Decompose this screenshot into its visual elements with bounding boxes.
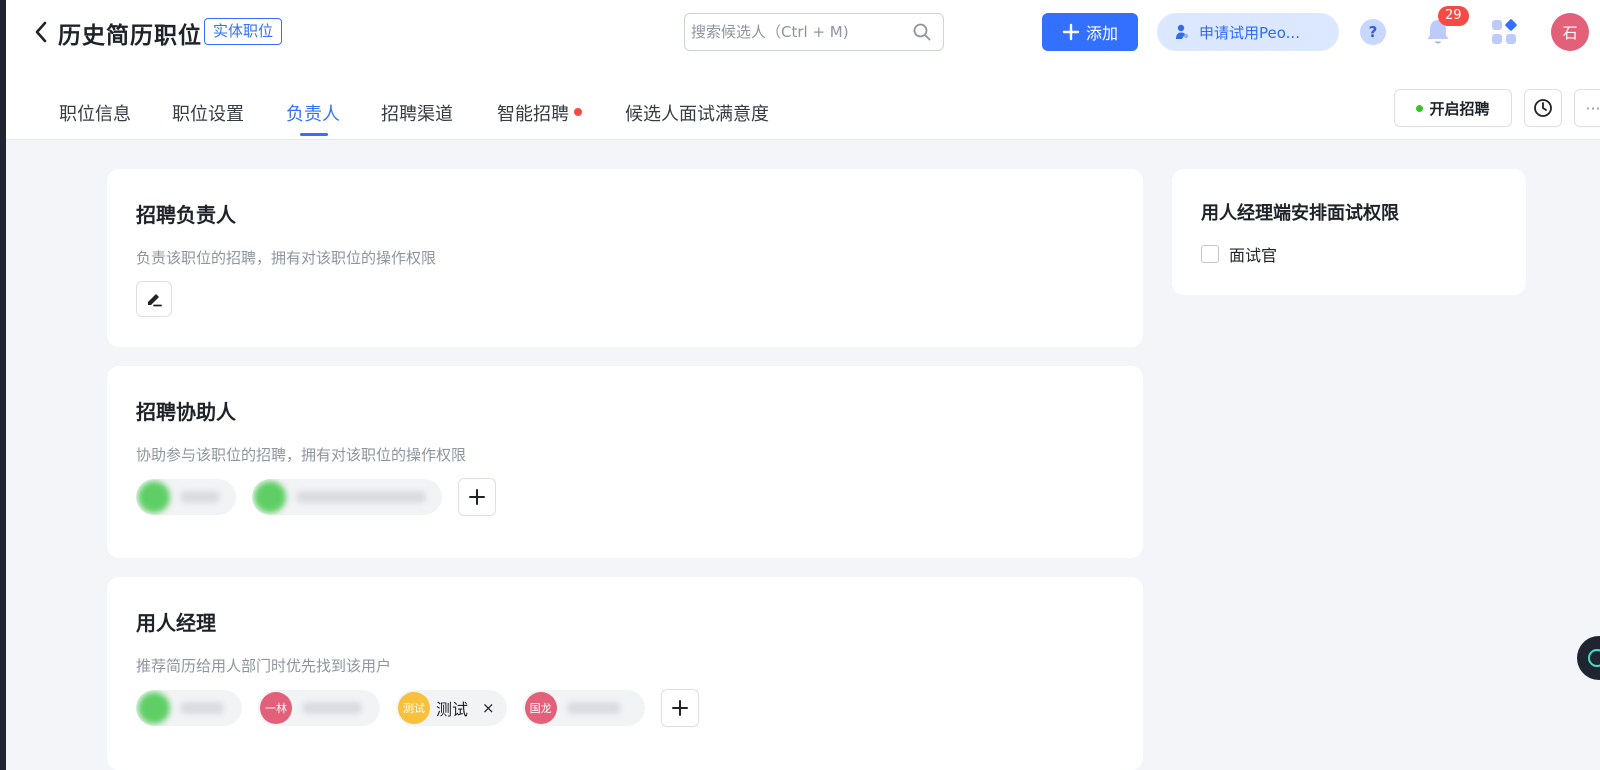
member-avatar: [138, 692, 170, 724]
assistant-title: 招聘协助人: [136, 400, 236, 424]
member-chip[interactable]: [136, 479, 236, 515]
member-name-redacted: [180, 702, 224, 714]
clock-icon: [1534, 99, 1552, 117]
tab-smart-recruit[interactable]: 智能招聘: [497, 100, 582, 140]
member-chip[interactable]: 国龙: [522, 690, 645, 726]
search-icon[interactable]: [913, 23, 931, 41]
permission-card: 用人经理端安排面试权限 面试官: [1172, 169, 1526, 295]
back-arrow-icon[interactable]: [30, 20, 52, 44]
assistant-desc: 协助参与该职位的招聘，拥有对该职位的操作权限: [136, 446, 467, 464]
tab-recruit-channels[interactable]: 招聘渠道: [381, 100, 453, 140]
help-icon[interactable]: ?: [1360, 19, 1386, 45]
interviewer-checkbox[interactable]: [1201, 245, 1219, 263]
user-avatar[interactable]: 石: [1551, 13, 1589, 51]
edit-owner-button[interactable]: [136, 281, 172, 317]
position-type-tag: 实体职位: [204, 18, 283, 45]
permission-title: 用人经理端安排面试权限: [1201, 203, 1399, 224]
unread-dot: [574, 108, 582, 116]
member-avatar: 一林: [260, 692, 292, 724]
manager-desc: 推荐简历给用人部门时优先找到该用户: [136, 657, 392, 675]
member-chip[interactable]: [136, 690, 242, 726]
start-recruit-button[interactable]: 开启招聘: [1394, 89, 1512, 127]
member-name-redacted: [566, 702, 621, 714]
tab-owners[interactable]: 负责人: [286, 100, 340, 140]
member-name: 测试: [436, 700, 469, 719]
tab-label: 候选人面试满意度: [625, 104, 769, 125]
member-avatar: [254, 481, 286, 513]
member-avatar: [138, 481, 170, 513]
tab-label: 负责人: [286, 104, 340, 125]
tab-label: 智能招聘: [497, 104, 569, 125]
interviewer-checkbox-row[interactable]: 面试官: [1201, 242, 1277, 266]
person-icon: [1176, 24, 1188, 39]
active-tab-indicator: [300, 133, 328, 136]
page-title: 历史简历职位: [58, 23, 202, 49]
add-button-label: 添加: [1085, 24, 1118, 43]
manager-title: 用人经理: [136, 611, 216, 635]
member-avatar: 国龙: [524, 692, 557, 724]
more-button[interactable]: ···: [1574, 89, 1600, 127]
notification-badge: 29: [1438, 6, 1469, 26]
chat-bubble-icon: [1588, 649, 1600, 667]
apply-trial-button[interactable]: 申请试用Peo...: [1157, 13, 1339, 51]
apply-trial-label: 申请试用Peo...: [1199, 23, 1300, 42]
start-recruit-label: 开启招聘: [1429, 99, 1490, 118]
owner-card: 招聘负责人 负责该职位的招聘，拥有对该职位的操作权限: [107, 169, 1143, 347]
member-chip[interactable]: 一林: [258, 690, 380, 726]
edit-pen-icon: [148, 294, 162, 307]
member-avatar: 测试: [398, 692, 430, 724]
tab-position-settings[interactable]: 职位设置: [172, 100, 244, 140]
tab-interview-satisfaction[interactable]: 候选人面试满意度: [625, 100, 769, 140]
member-chip[interactable]: 测试 测试 ×: [396, 690, 507, 726]
assistant-list: [136, 478, 496, 516]
add-manager-button[interactable]: [660, 689, 699, 727]
add-button[interactable]: 添加: [1042, 13, 1138, 51]
header: 历史简历职位 实体职位 添加 申请试用Peo... ? 29 石 职位信息 职位…: [6, 0, 1600, 140]
member-name-redacted: [180, 491, 220, 503]
tab-label: 招聘渠道: [381, 104, 453, 125]
plus-icon: [469, 489, 485, 505]
owner-desc: 负责该职位的招聘，拥有对该职位的操作权限: [136, 249, 437, 267]
search-box[interactable]: [684, 13, 944, 51]
add-assistant-button[interactable]: [458, 478, 496, 516]
member-name-redacted: [296, 491, 426, 503]
search-input[interactable]: [691, 14, 911, 50]
history-button[interactable]: [1524, 89, 1562, 127]
assistant-card: 招聘协助人 协助参与该职位的招聘，拥有对该职位的操作权限: [107, 366, 1143, 558]
member-name-redacted: [302, 702, 362, 714]
interviewer-checkbox-label: 面试官: [1229, 246, 1278, 265]
tab-label: 职位设置: [172, 104, 244, 125]
assistant-widget-icon[interactable]: [1577, 636, 1600, 680]
tab-label: 职位信息: [59, 104, 131, 125]
apps-grid-icon[interactable]: [1490, 18, 1518, 46]
member-chip[interactable]: [252, 479, 442, 515]
manager-card: 用人经理 推荐简历给用人部门时优先找到该用户 一林 测试 测试 × 国龙: [107, 577, 1143, 770]
plus-icon: [671, 700, 688, 716]
plus-icon: [1062, 23, 1080, 41]
tab-position-info[interactable]: 职位信息: [59, 100, 131, 140]
status-dot: [1416, 104, 1424, 112]
manager-list: 一林 测试 测试 × 国龙: [136, 689, 699, 727]
remove-member-button[interactable]: ×: [482, 699, 495, 717]
owner-title: 招聘负责人: [136, 203, 236, 227]
